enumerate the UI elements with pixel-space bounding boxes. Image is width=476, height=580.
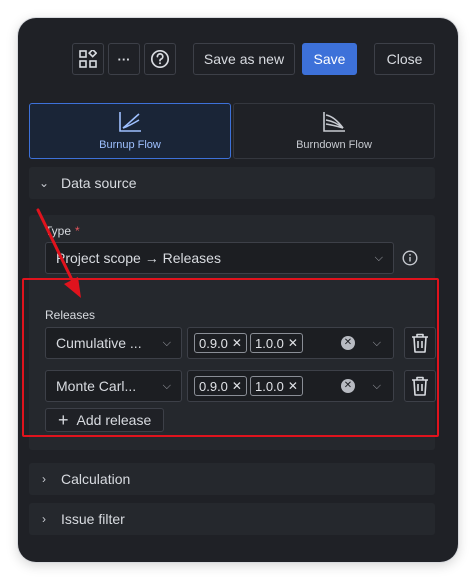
type-field-label: Type * [45, 224, 80, 238]
close-icon[interactable]: ✕ [232, 379, 242, 393]
calculation-section-header[interactable]: › Calculation [29, 463, 435, 495]
issue-filter-section-header[interactable]: › Issue filter [29, 503, 435, 535]
save-button[interactable]: Save [302, 43, 357, 75]
chevron-down-icon: ⌵ [372, 337, 381, 349]
data-source-title: Data source [61, 175, 137, 191]
more-options-button[interactable]: ··· [108, 43, 140, 75]
release-mode-select-2[interactable]: Monte Carl... ⌵ [45, 370, 182, 402]
chevron-right-icon: › [42, 512, 46, 526]
version-chip: 0.9.0 ✕ [194, 376, 247, 396]
tile-burnup-flow[interactable]: Burnup Flow [29, 103, 231, 159]
tile-burnup-flow-label: Burnup Flow [99, 139, 161, 151]
chip-text: 1.0.0 [254, 378, 284, 394]
version-chip: 1.0.0 ✕ [249, 333, 303, 353]
tile-burndown-flow-label: Burndown Flow [296, 139, 372, 151]
apps-grid-button[interactable] [72, 43, 104, 75]
tile-burndown-flow[interactable]: Burndown Flow [233, 103, 435, 159]
version-chip: 0.9.0 ✕ [194, 333, 247, 353]
delete-release-button-1[interactable] [404, 327, 436, 359]
chevron-right-icon: › [42, 472, 46, 486]
type-select-value: Project scope → Releases [56, 250, 221, 266]
chevron-down-icon: ⌄ [39, 176, 50, 190]
chevron-down-icon: ⌵ [162, 379, 171, 392]
add-release-button[interactable]: + Add release [45, 408, 165, 432]
close-icon[interactable]: ✕ [288, 336, 298, 350]
chip-text: 0.9.0 [199, 378, 228, 394]
chevron-down-icon: ⌵ [162, 336, 171, 349]
chip-text: 0.9.0 [199, 335, 228, 351]
close-icon[interactable]: ✕ [232, 336, 242, 350]
burnup-chart-icon [119, 112, 141, 132]
add-release-label: Add release [76, 412, 152, 428]
calculation-title: Calculation [61, 471, 131, 487]
delete-release-button-2[interactable] [404, 370, 436, 402]
release-versions-select-1[interactable]: 0.9.0 ✕ 1.0.0 ✕ ✕ ⌵ [187, 327, 394, 359]
clear-icon[interactable]: ✕ [341, 379, 355, 393]
releases-body: Releases Cumulative ... ⌵ 0.9.0 ✕ 1.0.0 ✕ … [29, 300, 436, 450]
trash-icon [412, 333, 428, 353]
apps-grid-icon [79, 50, 97, 68]
data-source-body: Type * Project scope → Releases ⌵ [29, 215, 435, 303]
data-source-section-header[interactable]: ⌄ Data source [29, 167, 435, 199]
close-button[interactable]: Close [374, 43, 435, 75]
release-mode-value: Monte Carl... [56, 378, 137, 394]
type-label-text: Type [45, 224, 72, 238]
release-mode-select-1[interactable]: Cumulative ... ⌵ [45, 327, 182, 359]
help-circle-icon [150, 49, 170, 69]
chart-type-selector: Burnup Flow Burndown Flow [29, 103, 435, 159]
required-mark: * [75, 224, 80, 238]
burndown-chart-icon [323, 112, 345, 132]
version-chip: 1.0.0 ✕ [249, 376, 303, 396]
trash-icon [412, 376, 428, 396]
chevron-down-icon: ⌵ [372, 380, 381, 392]
release-versions-select-2[interactable]: 0.9.0 ✕ 1.0.0 ✕ ✕ ⌵ [187, 370, 394, 402]
release-mode-value: Cumulative ... [56, 335, 142, 351]
toolbar: ··· Save as new Save Close [18, 43, 458, 75]
chart-settings-panel: ··· Save as new Save Close Burnup Flow B… [18, 18, 458, 562]
type-select[interactable]: Project scope → Releases ⌵ [45, 242, 394, 274]
clear-icon[interactable]: ✕ [341, 336, 355, 350]
close-icon[interactable]: ✕ [288, 379, 298, 393]
releases-label: Releases [45, 308, 96, 322]
save-as-new-button[interactable]: Save as new [193, 43, 295, 75]
plus-icon: + [58, 410, 69, 430]
chevron-down-icon: ⌵ [374, 251, 383, 264]
chip-text: 1.0.0 [254, 335, 284, 351]
help-button[interactable] [144, 43, 176, 75]
info-icon[interactable] [402, 250, 418, 266]
issue-filter-title: Issue filter [61, 511, 125, 527]
